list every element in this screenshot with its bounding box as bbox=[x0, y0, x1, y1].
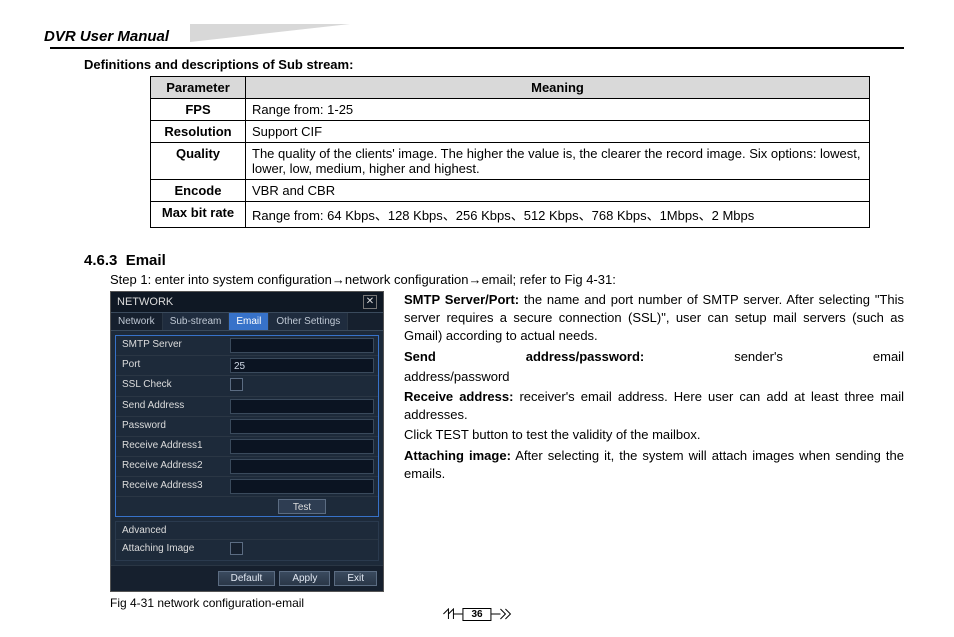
password-input[interactable] bbox=[230, 419, 374, 434]
table-row: Quality The quality of the clients' imag… bbox=[151, 143, 870, 180]
substream-defs-heading: Definitions and descriptions of Sub stre… bbox=[84, 57, 904, 72]
send-address-input[interactable] bbox=[230, 399, 374, 414]
dialog-title: NETWORK bbox=[117, 296, 173, 308]
tab-network[interactable]: Network bbox=[111, 313, 163, 330]
tab-substream[interactable]: Sub-stream bbox=[163, 313, 230, 330]
label-advanced: Advanced bbox=[116, 522, 378, 539]
ornament-right-icon bbox=[492, 608, 512, 620]
label-port: Port bbox=[116, 356, 226, 375]
th-parameter: Parameter bbox=[151, 77, 246, 99]
th-meaning: Meaning bbox=[246, 77, 870, 99]
tab-email[interactable]: Email bbox=[229, 313, 269, 330]
label-send-address: Send Address bbox=[116, 397, 226, 416]
ornament-left-icon bbox=[442, 608, 462, 620]
section-heading: 4.6.3 Email bbox=[84, 252, 904, 269]
table-row: Max bit rate Range from: 64 Kbps、128 Kbp… bbox=[151, 202, 870, 228]
attaching-image-checkbox[interactable] bbox=[230, 542, 243, 555]
table-row: Encode VBR and CBR bbox=[151, 180, 870, 202]
network-dialog: NETWORK ✕ Network Sub-stream Email Other… bbox=[110, 291, 384, 592]
label-smtp: SMTP Server bbox=[116, 336, 226, 355]
label-receive3: Receive Address3 bbox=[116, 477, 226, 496]
receive3-input[interactable] bbox=[230, 479, 374, 494]
page-number: 36 bbox=[462, 608, 491, 621]
ssl-checkbox[interactable] bbox=[230, 378, 243, 391]
step1-text: Step 1: enter into system configuration→… bbox=[110, 272, 904, 287]
test-button[interactable]: Test bbox=[278, 499, 326, 514]
exit-button[interactable]: Exit bbox=[334, 571, 377, 586]
label-receive1: Receive Address1 bbox=[116, 437, 226, 456]
label-password: Password bbox=[116, 417, 226, 436]
dialog-tabs: Network Sub-stream Email Other Settings bbox=[111, 313, 383, 331]
close-icon[interactable]: ✕ bbox=[363, 295, 377, 309]
table-row: FPS Range from: 1-25 bbox=[151, 99, 870, 121]
tab-other-settings[interactable]: Other Settings bbox=[269, 313, 348, 330]
page-header: DVR User Manual bbox=[50, 28, 904, 49]
smtp-input[interactable] bbox=[230, 338, 374, 353]
port-input[interactable]: 25 bbox=[230, 358, 374, 373]
table-row: Resolution Support CIF bbox=[151, 121, 870, 143]
apply-button[interactable]: Apply bbox=[279, 571, 330, 586]
header-title: DVR User Manual bbox=[44, 28, 169, 45]
receive2-input[interactable] bbox=[230, 459, 374, 474]
label-receive2: Receive Address2 bbox=[116, 457, 226, 476]
arrow-icon: → bbox=[468, 272, 481, 287]
receive1-input[interactable] bbox=[230, 439, 374, 454]
label-ssl: SSL Check bbox=[116, 376, 226, 396]
page-number-ornament: 36 bbox=[442, 608, 511, 624]
substream-table: Parameter Meaning FPS Range from: 1-25 R… bbox=[150, 76, 870, 228]
description-text: SMTP Server/Port: the name and port numb… bbox=[404, 291, 904, 592]
label-attaching-image: Attaching Image bbox=[116, 540, 226, 560]
default-button[interactable]: Default bbox=[218, 571, 276, 586]
arrow-icon: → bbox=[332, 272, 345, 287]
